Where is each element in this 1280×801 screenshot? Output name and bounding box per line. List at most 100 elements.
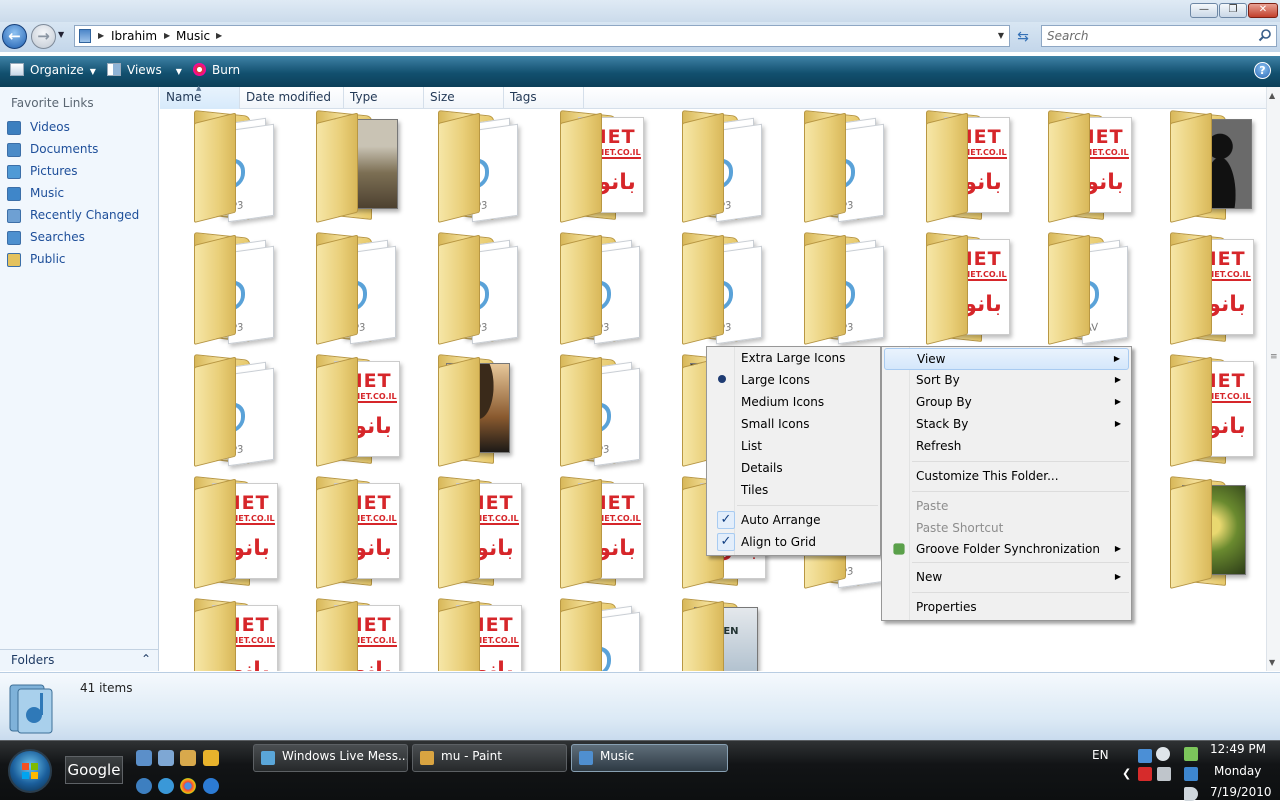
maximize-button[interactable]: ❐ bbox=[1219, 3, 1247, 18]
menu-item-stack-by[interactable]: Stack By ▶ bbox=[884, 414, 1129, 436]
view-option-details[interactable]: Details bbox=[709, 458, 878, 480]
music-folder[interactable]: P3 bbox=[176, 353, 276, 468]
view-option-align-to-grid[interactable]: ✓ Align to Grid bbox=[709, 532, 878, 554]
view-option-auto-arrange[interactable]: ✓ Auto Arrange bbox=[709, 510, 878, 532]
menu-item-group-by[interactable]: Group By ▶ bbox=[884, 392, 1129, 414]
menu-item-new[interactable]: New ▶ bbox=[884, 567, 1129, 589]
music-folder[interactable]: HOVEN bbox=[664, 597, 764, 671]
nav-link-music[interactable]: Music bbox=[6, 184, 156, 204]
sync-tray-icon[interactable] bbox=[1156, 747, 1170, 761]
clock-time[interactable]: 12:49 PM bbox=[1210, 742, 1266, 756]
nav-link-searches[interactable]: Searches bbox=[6, 228, 156, 248]
minimize-button[interactable]: — bbox=[1190, 3, 1218, 18]
language-indicator[interactable]: EN bbox=[1092, 748, 1109, 762]
column-type[interactable]: Type bbox=[344, 87, 424, 109]
show-desktop-icon[interactable] bbox=[136, 750, 152, 766]
address-bar[interactable]: ▶ Ibrahim ▶ Music ▶ ▼ bbox=[74, 25, 1010, 47]
scroll-thumb-grip-icon[interactable]: ≡ bbox=[1270, 352, 1278, 362]
music-folder[interactable]: ANETW.PANET.CO.ILبانورا bbox=[298, 475, 400, 590]
network-icon[interactable] bbox=[180, 750, 196, 766]
view-option-extra-large-icons[interactable]: Extra Large Icons bbox=[709, 348, 878, 370]
music-folder[interactable]: P3 bbox=[542, 231, 642, 346]
music-folder[interactable]: ANETW.PANET.CO.ILبانورا bbox=[420, 475, 522, 590]
start-button[interactable] bbox=[8, 749, 52, 793]
music-folder[interactable]: P3 bbox=[542, 353, 642, 468]
battery-tray-icon[interactable] bbox=[1184, 747, 1198, 761]
taskbar-button-3[interactable]: Music bbox=[571, 744, 728, 772]
music-folder[interactable]: ANETW.PANET.CO.ILبانورا bbox=[298, 597, 400, 671]
breadcrumb-music[interactable]: Music bbox=[176, 29, 210, 43]
menu-item-properties[interactable]: Properties bbox=[884, 597, 1129, 619]
music-folder[interactable]: ANETW.PANET.CO.ILبانورا bbox=[542, 475, 644, 590]
view-option-list[interactable]: List bbox=[709, 436, 878, 458]
music-folder[interactable] bbox=[1152, 109, 1252, 224]
chrome-icon[interactable] bbox=[180, 778, 196, 794]
address-dropdown-icon[interactable]: ▼ bbox=[998, 31, 1004, 40]
media-player-icon[interactable] bbox=[203, 750, 219, 766]
music-folder[interactable]: ANETW.PANET.CO.ILبانورا bbox=[176, 597, 278, 671]
music-folder[interactable]: ANETW.PANET.CO.ILبانورا bbox=[176, 475, 278, 590]
music-folder[interactable]: ANETW.PANET.CO.ILبانورا bbox=[420, 597, 522, 671]
close-button[interactable]: ✕ bbox=[1248, 3, 1278, 18]
nav-link-pictures[interactable]: Pictures bbox=[6, 162, 156, 182]
back-button[interactable]: ← bbox=[2, 24, 27, 49]
music-folder[interactable]: P3 bbox=[176, 231, 276, 346]
help-button[interactable]: ? bbox=[1254, 62, 1271, 79]
taskbar-button-2[interactable]: mu - Paint bbox=[412, 744, 567, 772]
network-tray-icon[interactable] bbox=[1184, 767, 1198, 781]
music-folder[interactable]: P3 bbox=[542, 597, 642, 671]
breadcrumb-separator-icon[interactable]: ▶ bbox=[164, 31, 170, 40]
column-tags[interactable]: Tags bbox=[504, 87, 584, 109]
google-toolbar-button[interactable]: Google bbox=[65, 756, 123, 784]
search-icon[interactable] bbox=[1258, 28, 1272, 42]
menu-item-customize-this-folder[interactable]: Customize This Folder... bbox=[884, 466, 1129, 488]
show-hidden-icons-icon[interactable]: ❮ bbox=[1122, 767, 1131, 780]
music-folder[interactable]: ANETW.PANET.CO.ILبانورا bbox=[1152, 231, 1254, 346]
music-folder[interactable]: P3 bbox=[786, 109, 886, 224]
vertical-scrollbar[interactable]: ▲ ≡ ▼ bbox=[1266, 87, 1280, 671]
menu-item-sort-by[interactable]: Sort By ▶ bbox=[884, 370, 1129, 392]
nav-link-documents[interactable]: Documents bbox=[6, 140, 156, 160]
music-folder[interactable]: ANETW.PANET.CO.ILبانورا bbox=[1152, 353, 1254, 468]
music-folder[interactable]: AV bbox=[1030, 231, 1130, 346]
music-folder[interactable]: P3 bbox=[664, 231, 764, 346]
music-folder[interactable]: P3 bbox=[664, 109, 764, 224]
xbox-icon[interactable] bbox=[136, 778, 152, 794]
history-dropdown-icon[interactable]: ▼ bbox=[58, 30, 64, 39]
removable-drive-tray-icon[interactable] bbox=[1157, 767, 1171, 781]
menu-item-groove-folder-synchronization[interactable]: Groove Folder Synchronization ▶ bbox=[884, 539, 1129, 561]
search-input[interactable]: Search bbox=[1041, 25, 1277, 47]
music-folder[interactable]: ANETW.PANET.CO.ILبانورا bbox=[908, 231, 1010, 346]
music-folder[interactable]: ANETW.PANET.CO.ILبانورا bbox=[542, 109, 644, 224]
music-folder[interactable]: P3 bbox=[786, 231, 886, 346]
view-option-small-icons[interactable]: Small Icons bbox=[709, 414, 878, 436]
users-tray-icon[interactable] bbox=[1138, 749, 1152, 763]
taskbar-button-1[interactable]: Windows Live Mess... bbox=[253, 744, 408, 772]
music-folder[interactable]: ANETW.PANET.CO.ILبانورا bbox=[908, 109, 1010, 224]
burn-button[interactable]: Burn bbox=[193, 63, 240, 77]
column-date-modified[interactable]: Date modified bbox=[240, 87, 344, 109]
breadcrumb-separator-icon[interactable]: ▶ bbox=[98, 31, 104, 40]
breadcrumb-ibrahim[interactable]: Ibrahim bbox=[111, 29, 157, 43]
antivirus-tray-icon[interactable] bbox=[1138, 767, 1152, 781]
view-option-tiles[interactable]: Tiles bbox=[709, 480, 878, 502]
views-button[interactable]: Views ▼ bbox=[107, 63, 182, 77]
music-folder[interactable]: P3 bbox=[420, 109, 520, 224]
music-folder[interactable] bbox=[298, 109, 398, 224]
refresh-button[interactable]: ⇆ bbox=[1012, 27, 1034, 47]
internet-explorer-icon[interactable] bbox=[203, 778, 219, 794]
music-folder[interactable]: P3 bbox=[298, 231, 398, 346]
clock-date[interactable]: 7/19/2010 bbox=[1210, 785, 1272, 799]
column-name[interactable]: Name ▲ bbox=[160, 84, 240, 109]
music-folder[interactable]: ANETW.PANET.CO.ILبانورا bbox=[298, 353, 400, 468]
view-option-large-icons[interactable]: Large Icons bbox=[709, 370, 878, 392]
forward-button[interactable]: → bbox=[31, 24, 56, 49]
nav-link-videos[interactable]: Videos bbox=[6, 118, 156, 138]
column-size[interactable]: Size bbox=[424, 87, 504, 109]
scroll-down-icon[interactable]: ▼ bbox=[1269, 658, 1275, 667]
scroll-up-icon[interactable]: ▲ bbox=[1269, 91, 1275, 100]
music-folder[interactable] bbox=[420, 353, 520, 468]
music-folder[interactable]: P3 bbox=[420, 231, 520, 346]
volume-tray-icon[interactable] bbox=[1184, 787, 1198, 801]
nav-link-recently-changed[interactable]: Recently Changed bbox=[6, 206, 156, 226]
